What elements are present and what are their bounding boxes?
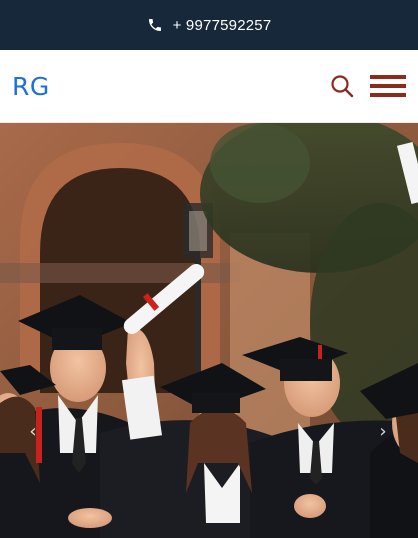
graduates-celebrating-photo bbox=[0, 123, 418, 538]
phone-number-link[interactable]: + 9977592257 bbox=[173, 17, 272, 34]
menu-bar-bottom bbox=[370, 93, 406, 97]
menu-bar-top bbox=[370, 75, 406, 79]
search-icon[interactable] bbox=[330, 74, 354, 98]
chevron-right-icon[interactable]: › bbox=[376, 421, 390, 442]
phone-icon bbox=[147, 17, 163, 33]
header-actions bbox=[330, 74, 406, 98]
menu-bar-middle bbox=[370, 84, 406, 88]
site-logo[interactable]: RG bbox=[12, 72, 50, 101]
top-contact-bar: + 9977592257 bbox=[0, 0, 418, 50]
chevron-left-icon[interactable]: ‹ bbox=[26, 421, 40, 442]
hamburger-menu-icon[interactable] bbox=[370, 75, 406, 97]
site-header: RG bbox=[0, 50, 418, 123]
hero-slider: ‹ › bbox=[0, 123, 418, 538]
